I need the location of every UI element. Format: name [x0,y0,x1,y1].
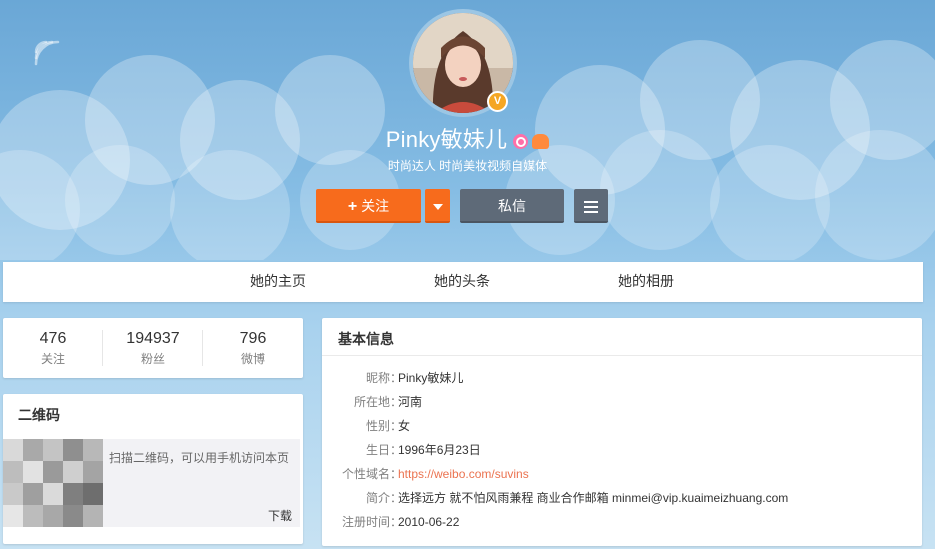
qr-box: 扫描二维码，可以用手机访问本页 下载 [3,439,300,527]
username: Pinky敏妹儿 [385,127,508,152]
tab-headlines[interactable]: 她的头条 [434,262,490,302]
info-key: 性别： [365,419,402,433]
profile-name-row: Pinky敏妹儿 [0,122,935,154]
info-row-gender: 性别： 女 [322,416,922,436]
tab-album[interactable]: 她的相册 [618,262,674,302]
signal-icon [34,40,60,66]
info-key: 昵称： [365,371,402,385]
stat-value: 476 [39,330,67,347]
verified-badge-icon: V [487,91,508,112]
info-value: 河南 [398,395,423,409]
follow-label: 关注 [361,198,390,214]
qr-description: 扫描二维码，可以用手机访问本页 [109,451,290,465]
info-row-birthday: 生日： 1996年6月23日 [322,440,922,460]
stat-value: 194937 [126,330,180,347]
qr-code-image [3,439,103,527]
info-row-bio: 简介： 选择远方 就不怕风雨兼程 商业合作邮箱 minmei@vip.kuaim… [322,488,922,508]
qr-title: 二维码 [18,407,60,423]
info-value: 2010-06-22 [398,515,460,529]
info-value: 女 [398,419,411,433]
basic-info-card: 基本信息 昵称： Pinky敏妹儿 所在地： 河南 性别： 女 生日： 1996… [322,318,922,546]
stat-value: 796 [239,330,267,347]
info-row-location: 所在地： 河南 [322,392,922,412]
qr-download-link[interactable]: 下载 [268,507,292,524]
info-key: 注册时间： [341,515,402,529]
message-button[interactable]: 私信 [460,189,564,223]
profile-url-link[interactable]: https://weibo.com/suvins [398,464,529,484]
talent-badge-icon[interactable] [513,133,529,149]
info-row-registered: 注册时间： 2010-06-22 [322,512,922,532]
stat-label: 微博 [240,352,265,366]
caret-down-icon [432,204,443,211]
more-menu-button[interactable] [574,189,608,223]
info-row-nickname: 昵称： Pinky敏妹儿 [322,368,922,388]
qr-card: 二维码 扫描二维码，可以用手机访问本页 下载 [3,394,303,544]
stat-label: 关注 [40,352,65,366]
info-row-domain: 个性域名： https://weibo.com/suvins [322,464,922,484]
info-key: 生日： [365,443,402,457]
stat-following[interactable]: 476 关注 [3,318,103,378]
stat-followers[interactable]: 194937 粉丝 [103,318,203,378]
stat-label: 粉丝 [140,352,165,366]
profile-nav: 她的主页 她的头条 她的相册 [3,262,923,302]
basic-info-title: 基本信息 [338,331,394,347]
follow-button[interactable]: + 关注 [316,189,421,223]
stat-posts[interactable]: 796 微博 [203,318,303,378]
info-key: 个性域名： [341,467,402,481]
plus-icon: + [347,198,358,215]
info-value: 1996年6月23日 [398,443,481,457]
info-value: Pinky敏妹儿 [398,371,464,385]
basic-info-header: 基本信息 [322,318,922,356]
profile-subtitle: 时尚达人 时尚美妆视频自媒体 [387,159,548,173]
member-badge-icon[interactable] [532,133,550,149]
hamburger-menu-icon [584,198,598,216]
info-key: 所在地： [353,395,402,409]
follow-dropdown-button[interactable] [425,189,450,223]
info-value: 选择远方 就不怕风雨兼程 商业合作邮箱 minmei@vip.kuaimeizh… [398,491,789,505]
info-key: 简介： [365,491,402,505]
stats-card: 476 关注 194937 粉丝 796 微博 [3,318,303,378]
tab-home[interactable]: 她的主页 [250,262,306,302]
